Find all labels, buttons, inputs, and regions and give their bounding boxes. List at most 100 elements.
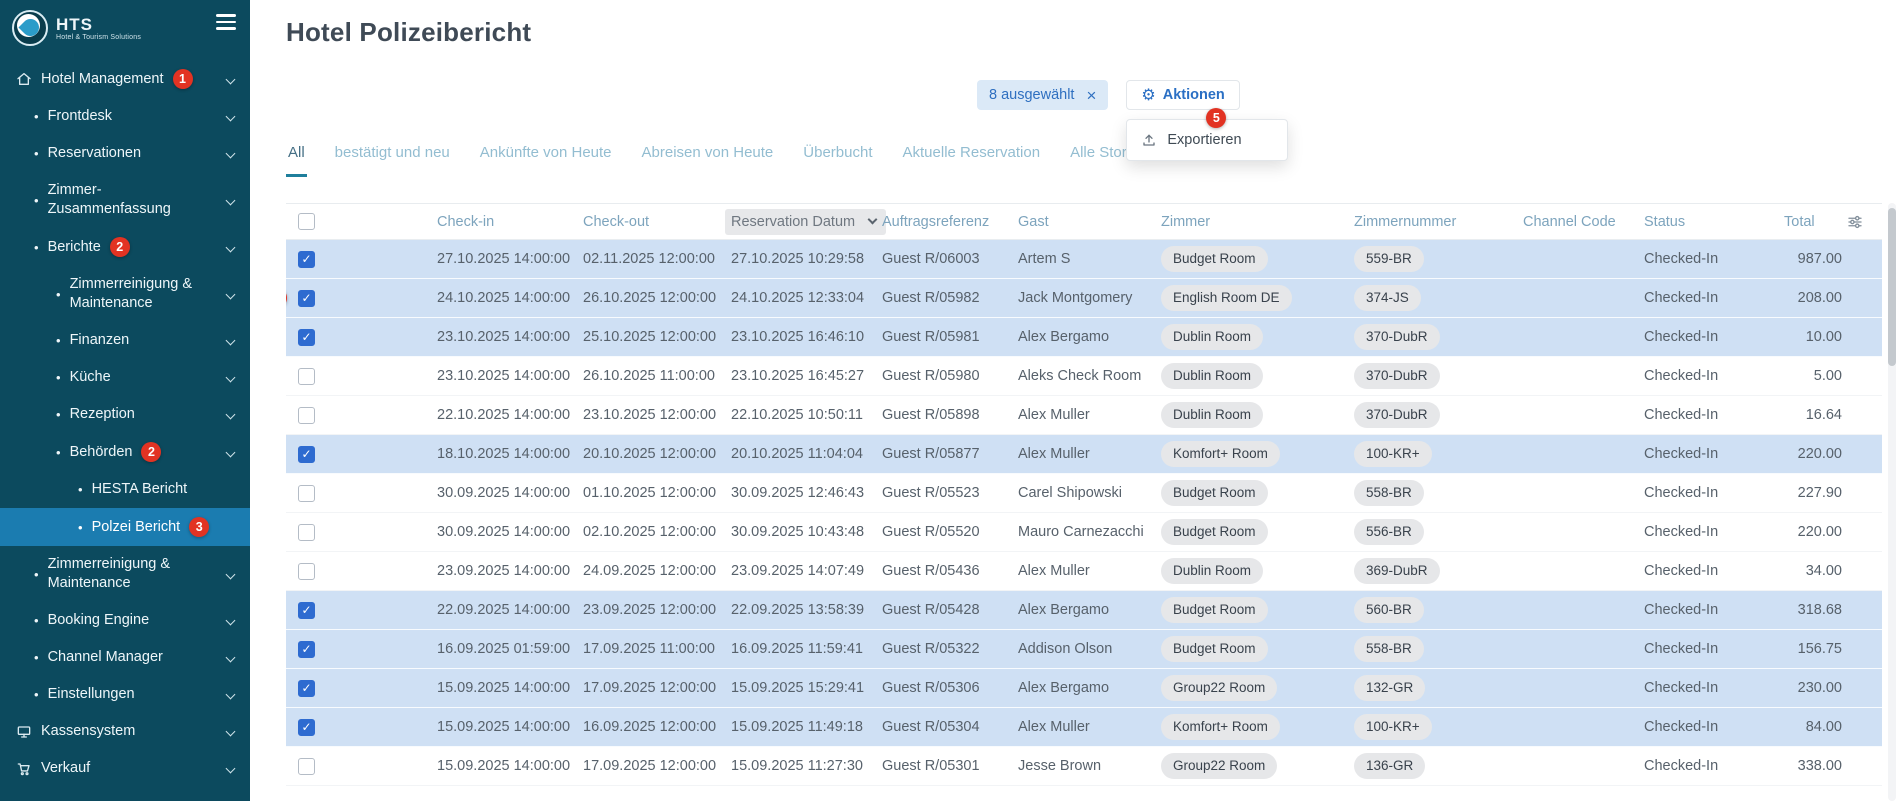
sidebar-item-zimmerreinigung-maintenance[interactable]: •Zimmerreinigung & Maintenance: [0, 546, 250, 602]
table-row[interactable]: ✓18.10.2025 14:00:0020.10.2025 12:00:002…: [286, 435, 1882, 474]
table-row[interactable]: 22.10.2025 14:00:0023.10.2025 12:00:0022…: [286, 396, 1882, 435]
select-all-checkbox[interactable]: [298, 213, 315, 230]
column-settings[interactable]: [1846, 203, 1882, 240]
actions-menu: Exportieren 5: [1126, 119, 1288, 161]
column-auftragsreferenz[interactable]: Auftragsreferenz: [882, 203, 1018, 240]
sidebar-item-zimmer-zusammenfassung[interactable]: •Zimmer-Zusammenfassung: [0, 172, 250, 228]
check-in-cell: 15.09.2025 14:00:00: [437, 747, 583, 786]
row-checkbox[interactable]: [298, 368, 315, 385]
row-checkbox[interactable]: ✓: [298, 641, 315, 658]
scrollbar-track[interactable]: [1888, 203, 1896, 801]
sort-caret-icon: [868, 215, 878, 225]
app-logo[interactable]: HTS Hotel & Tourism Solutions: [12, 10, 141, 46]
actions-button-label: Aktionen: [1163, 87, 1225, 103]
row-checkbox[interactable]: [298, 524, 315, 541]
total-cell: 338.00: [1784, 747, 1846, 786]
row-checkbox[interactable]: ✓: [298, 602, 315, 619]
tab-ank-nfte-von-heute[interactable]: Ankünfte von Heute: [478, 134, 614, 177]
status-cell: Checked-In: [1644, 318, 1784, 357]
table-row[interactable]: ✓22.09.2025 14:00:0023.09.2025 12:00:002…: [286, 591, 1882, 630]
tab-abreisen-von-heute[interactable]: Abreisen von Heute: [640, 134, 776, 177]
hamburger-menu-icon[interactable]: [216, 10, 236, 34]
filler-cell: [1846, 747, 1882, 786]
logo-icon: [12, 10, 48, 46]
sidebar-item-channel-manager[interactable]: •Channel Manager: [0, 639, 250, 676]
select-cell: [286, 357, 437, 396]
chevron-down-icon: [226, 149, 236, 159]
row-checkbox[interactable]: [298, 758, 315, 775]
row-checkbox[interactable]: ✓: [298, 719, 315, 736]
chevron-down-icon: [226, 410, 236, 420]
row-checkbox[interactable]: ✓: [298, 680, 315, 697]
table-row[interactable]: 30.09.2025 14:00:0001.10.2025 12:00:0030…: [286, 474, 1882, 513]
column-total[interactable]: Total: [1784, 203, 1846, 240]
scrollbar-thumb[interactable]: [1888, 208, 1896, 366]
sidebar-item-booking-engine[interactable]: •Booking Engine: [0, 602, 250, 639]
tab-berbucht[interactable]: Überbucht: [801, 134, 874, 177]
tab-best-tigt-und-neu[interactable]: bestätigt und neu: [333, 134, 452, 177]
sidebar-item-rezeption[interactable]: •Rezeption: [0, 396, 250, 433]
actions-button[interactable]: ⚙ Aktionen: [1126, 80, 1239, 110]
sidebar-item-reservationen[interactable]: •Reservationen: [0, 135, 250, 172]
column-zimmer[interactable]: Zimmer: [1161, 203, 1354, 240]
tab-aktuelle-reservation[interactable]: Aktuelle Reservation: [901, 134, 1043, 177]
channel-code-cell: [1523, 552, 1644, 591]
zimmernummer-pill: 132-GR: [1354, 675, 1425, 701]
column-status[interactable]: Status: [1644, 203, 1784, 240]
table-row[interactable]: 30.09.2025 14:00:0002.10.2025 12:00:0030…: [286, 513, 1882, 552]
row-checkbox[interactable]: ✓: [298, 329, 315, 346]
row-checkbox[interactable]: [298, 485, 315, 502]
status-cell: Checked-In: [1644, 513, 1784, 552]
column-gast[interactable]: Gast: [1018, 203, 1161, 240]
table-row[interactable]: ✓27.10.2025 14:00:0002.11.2025 12:00:002…: [286, 240, 1882, 279]
table-row[interactable]: 23.10.2025 14:00:0026.10.2025 11:00:0023…: [286, 357, 1882, 396]
clear-selection-icon[interactable]: ×: [1086, 87, 1096, 104]
sidebar-item-frontdesk[interactable]: •Frontdesk: [0, 98, 250, 135]
table-row[interactable]: ✓16.09.2025 01:59:0017.09.2025 11:00:001…: [286, 630, 1882, 669]
table-row[interactable]: 15.09.2025 14:00:0017.09.2025 12:00:0015…: [286, 747, 1882, 786]
sidebar-item-finanzen[interactable]: •Finanzen: [0, 322, 250, 359]
sidebar-item-verkauf[interactable]: Verkauf: [0, 750, 250, 787]
table-row[interactable]: ✓23.10.2025 14:00:0025.10.2025 12:00:002…: [286, 318, 1882, 357]
column-zimmernummer[interactable]: Zimmernummer: [1354, 203, 1523, 240]
sidebar-item-k-che[interactable]: •Küche: [0, 359, 250, 396]
sidebar-item-beh-rden[interactable]: •Behörden2: [0, 433, 250, 471]
zimmernummer-pill: 369-DubR: [1354, 558, 1440, 584]
export-menu-item[interactable]: Exportieren: [1127, 120, 1287, 160]
row-checkbox[interactable]: ✓: [298, 251, 315, 268]
column-check-in[interactable]: Check-in: [437, 203, 583, 240]
sidebar-item-einstellungen[interactable]: •Einstellungen: [0, 676, 250, 713]
column-check-out[interactable]: Check-out: [583, 203, 731, 240]
sidebar-item-zimmerreinigung-maintenance[interactable]: •Zimmerreinigung & Maintenance: [0, 266, 250, 322]
row-checkbox[interactable]: ✓: [298, 290, 315, 307]
chevron-down-icon: [226, 727, 236, 737]
sidebar-item-hotel-management[interactable]: Hotel Management1: [0, 60, 250, 98]
table-row[interactable]: 4✓24.10.2025 14:00:0026.10.2025 12:00:00…: [286, 279, 1882, 318]
auftragsreferenz-cell: Guest R/05523: [882, 474, 1018, 513]
sidebar-item-hesta-bericht[interactable]: •HESTA Bericht: [0, 471, 250, 508]
reservations-table: Check-inCheck-outReservation DatumAuftra…: [286, 203, 1882, 786]
row-checkbox[interactable]: [298, 407, 315, 424]
row-checkbox[interactable]: ✓: [298, 446, 315, 463]
column-channel-code[interactable]: Channel Code: [1523, 203, 1644, 240]
sidebar-item-polzei-bericht[interactable]: •Polzei Bericht3: [0, 508, 250, 546]
tab-bar: All bestätigt und neu Ankünfte von Heute Ab…: [286, 134, 1901, 177]
column-reservation-datum[interactable]: Reservation Datum: [731, 203, 882, 240]
selected-count-label: 8 ausgewählt: [989, 87, 1074, 103]
home-icon: [16, 71, 32, 87]
chevron-down-icon: [226, 373, 236, 383]
sidebar-item-label: Polzei Bericht: [92, 518, 181, 537]
total-cell: 10.00: [1784, 318, 1846, 357]
check-in-cell: 24.10.2025 14:00:00: [437, 279, 583, 318]
table-row[interactable]: ✓15.09.2025 14:00:0017.09.2025 12:00:001…: [286, 669, 1882, 708]
table-header-row: Check-inCheck-outReservation DatumAuftra…: [286, 203, 1882, 240]
row-checkbox[interactable]: [298, 563, 315, 580]
select-cell: ✓: [286, 669, 437, 708]
table-row[interactable]: 23.09.2025 14:00:0024.09.2025 12:00:0023…: [286, 552, 1882, 591]
sidebar-item-kassensystem[interactable]: Kassensystem: [0, 713, 250, 750]
gast-cell: Alex Muller: [1018, 435, 1161, 474]
sidebar-item-berichte[interactable]: •Berichte2: [0, 228, 250, 266]
zimmer-cell: Budget Room: [1161, 630, 1354, 669]
tab-all[interactable]: All: [286, 134, 307, 177]
table-row[interactable]: ✓15.09.2025 14:00:0016.09.2025 12:00:001…: [286, 708, 1882, 747]
